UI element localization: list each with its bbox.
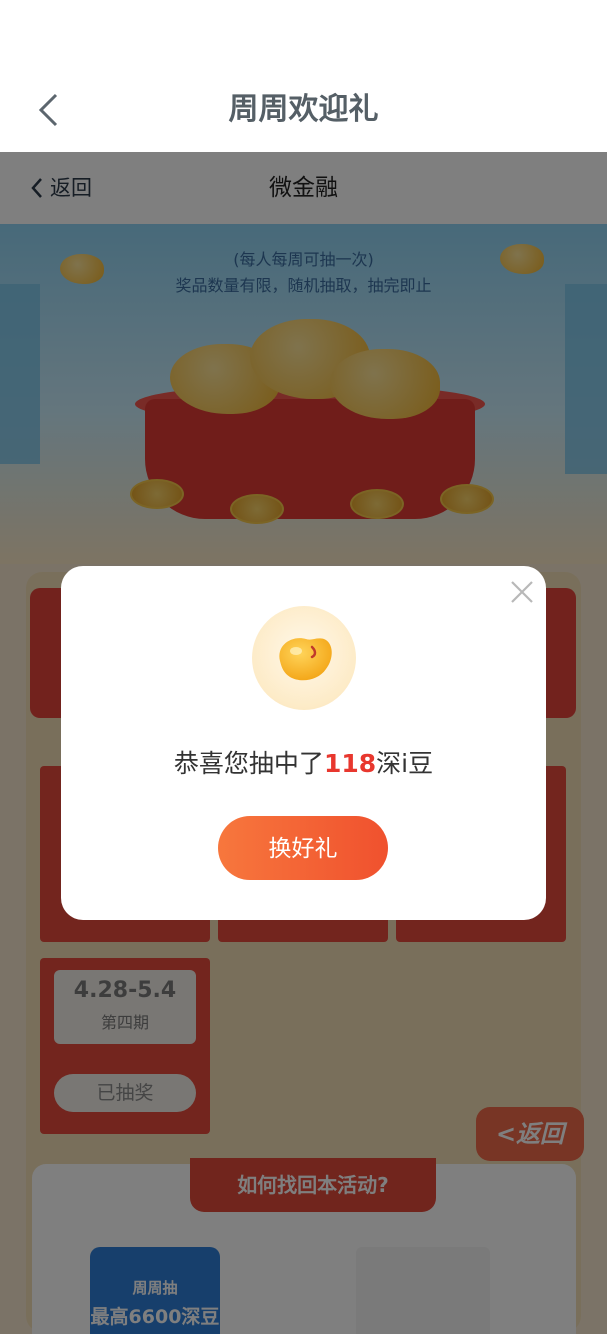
- bean-icon: [279, 638, 332, 681]
- prize-message-prefix: 恭喜您抽中了: [173, 749, 324, 778]
- page-title: 周周欢迎礼: [228, 92, 379, 127]
- close-icon[interactable]: [507, 577, 537, 607]
- prize-message-suffix: 深i豆: [376, 749, 434, 778]
- app-title-bar: 周周欢迎礼: [0, 0, 607, 152]
- prize-message: 恭喜您抽中了118深i豆: [61, 744, 546, 784]
- redeem-gift-button[interactable]: 换好礼: [218, 816, 388, 880]
- prize-amount: 118: [323, 749, 377, 778]
- reward-icon-badge: [252, 606, 356, 710]
- prize-result-dialog: 恭喜您抽中了118深i豆 换好礼: [61, 566, 546, 920]
